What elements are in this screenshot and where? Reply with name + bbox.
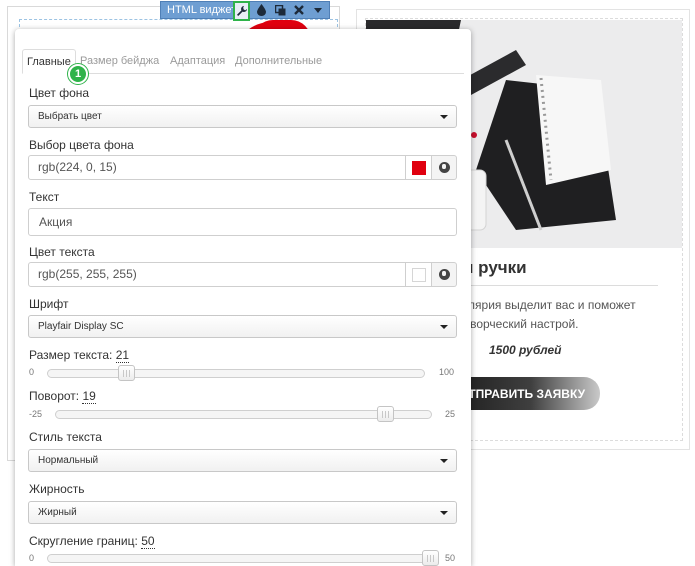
bg-color-label: Цвет фона <box>29 86 90 100</box>
text-size-track[interactable] <box>47 369 425 378</box>
widget-toolbar-title: HTML виджет <box>167 4 237 16</box>
rotation-value: 19 <box>82 389 96 404</box>
chevron-down-icon <box>440 115 448 119</box>
border-radius-track[interactable] <box>47 554 439 563</box>
text-size-min: 0 <box>29 367 35 377</box>
settings-tabs: Главные Размер бейджа Адаптация Дополнит… <box>22 49 464 74</box>
bg-color-swatch-fill <box>411 160 426 175</box>
widget-toolbar: HTML виджет <box>160 0 330 21</box>
bg-color-swatch[interactable] <box>406 155 432 180</box>
rotation-label: Поворот: 19 <box>29 389 96 404</box>
weight-select[interactable]: Жирный <box>28 501 457 524</box>
bg-color-input[interactable]: rgb(224, 0, 15) <box>28 155 406 180</box>
product-price: 1500 рублей <box>489 343 562 357</box>
product-divider <box>452 285 658 286</box>
text-size-max: 100 <box>439 367 455 377</box>
border-radius-label-text: Скругление границ: <box>29 534 138 548</box>
product-description-line: целярия выделит вас и поможет <box>455 298 636 312</box>
border-radius-max: 50 <box>445 553 456 563</box>
chevron-down-icon[interactable] <box>310 2 325 18</box>
rotation-track[interactable] <box>55 410 432 419</box>
text-style-select[interactable]: Нормальный <box>28 449 457 472</box>
product-description-line: ь творческий настрой. <box>455 317 579 331</box>
text-style-label: Стиль текста <box>29 430 102 444</box>
font-select[interactable]: Playfair Display SC <box>28 315 457 338</box>
chevron-down-icon <box>440 459 448 463</box>
product-description: целярия выделит вас и поможет ь творческ… <box>455 296 636 334</box>
bg-color-picker-label: Выбор цвета фона <box>29 138 134 152</box>
text-color-picker-button[interactable] <box>432 262 457 287</box>
text-color-swatch-fill <box>411 267 426 282</box>
text-style-select-value: Нормальный <box>38 455 99 466</box>
tab-badge-size[interactable]: Размер бейджа <box>80 49 159 74</box>
drop-icon[interactable] <box>254 2 269 18</box>
copy-icon[interactable] <box>273 2 288 18</box>
weight-label: Жирность <box>29 482 85 496</box>
close-icon[interactable] <box>292 2 307 18</box>
border-radius-label: Скругление границ: 50 <box>29 534 155 549</box>
text-input[interactable]: Акция <box>28 208 457 236</box>
text-color-input[interactable]: rgb(255, 255, 255) <box>28 262 406 287</box>
wrench-icon[interactable] <box>233 0 251 21</box>
product-title: и ручки <box>463 258 527 277</box>
font-label: Шрифт <box>29 297 69 311</box>
text-label: Текст <box>29 190 60 204</box>
rotation-handle[interactable] <box>377 406 394 422</box>
border-radius-handle[interactable] <box>422 550 439 566</box>
chevron-down-icon <box>440 511 448 515</box>
globe-icon <box>438 269 450 280</box>
text-size-handle[interactable] <box>118 365 135 381</box>
bg-color-select-value: Выбрать цвет <box>38 111 102 122</box>
text-size-label-text: Размер текста: <box>29 348 113 362</box>
chevron-down-icon <box>440 325 448 329</box>
rotation-min: -25 <box>29 409 43 419</box>
tab-adaptation[interactable]: Адаптация <box>170 49 225 74</box>
text-color-swatch[interactable] <box>406 262 432 287</box>
tab-additional[interactable]: Дополнительные <box>235 49 322 74</box>
text-color-label: Цвет текста <box>29 245 95 259</box>
bg-color-picker-button[interactable] <box>432 155 457 180</box>
border-radius-min: 0 <box>29 553 35 563</box>
weight-select-value: Жирный <box>38 507 77 518</box>
settings-panel: Главные Размер бейджа Адаптация Дополнит… <box>15 29 471 566</box>
rotation-max: 25 <box>445 409 456 419</box>
step-marker: 1 <box>68 64 88 84</box>
border-radius-value: 50 <box>141 534 155 549</box>
font-select-value: Playfair Display SC <box>38 321 124 332</box>
text-size-label: Размер текста: 21 <box>29 348 130 363</box>
text-size-value: 21 <box>115 348 130 363</box>
globe-icon <box>438 162 450 173</box>
rotation-label-text: Поворот: <box>29 389 80 403</box>
bg-color-select[interactable]: Выбрать цвет <box>28 105 457 128</box>
